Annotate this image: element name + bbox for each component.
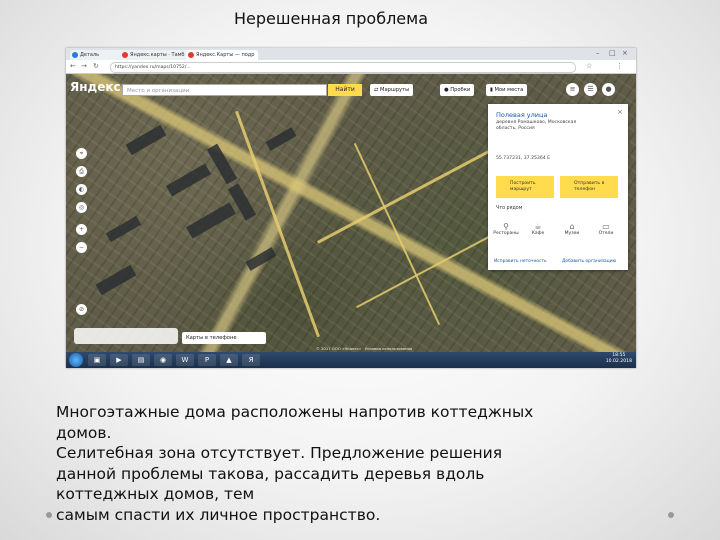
media-icon[interactable]: ▶ — [110, 354, 128, 366]
category-museums[interactable]: ⌂ Музеи — [558, 222, 586, 236]
building — [186, 202, 236, 239]
category-label: Рестораны — [493, 231, 519, 236]
start-button[interactable] — [69, 353, 83, 367]
building — [166, 163, 211, 197]
layers-icon[interactable]: ≡ — [566, 83, 579, 96]
description-line: домов. — [56, 423, 112, 442]
category-cafe[interactable]: ☕ Кафе — [524, 222, 552, 236]
description-line: коттеджных домов, тем — [56, 485, 255, 503]
cup-icon: ☕ — [534, 222, 542, 231]
tab-label: Яндекс.карты · Тамб — [130, 52, 185, 58]
place-card: × Полевая улица деревня Ромашково, Моско… — [488, 104, 628, 270]
panorama-icon[interactable]: ◐ — [76, 184, 87, 195]
user-icon[interactable]: ● — [602, 83, 615, 96]
maximize-icon[interactable]: □ — [609, 49, 616, 57]
description-line: Селитебная зона отсутствует. Предложение… — [56, 444, 503, 462]
building — [125, 124, 167, 156]
explorer-icon[interactable]: ▣ — [88, 354, 106, 366]
powerpoint-icon[interactable]: P — [198, 354, 216, 366]
word-icon[interactable]: W — [176, 354, 194, 366]
traffic-button[interactable]: ● Пробки — [440, 84, 475, 96]
back-icon[interactable]: ← — [70, 62, 76, 70]
building — [245, 247, 277, 271]
zoom-out-icon[interactable]: − — [76, 242, 87, 253]
my-places-label: Мои места — [494, 87, 524, 93]
windows-taskbar: ▣ ▶ ▤ ◉ W P ▲ Я 18:55 10.02.2018 — [66, 352, 636, 368]
search-button[interactable]: Найти — [328, 84, 362, 96]
fix-link[interactable]: Исправить неточность — [494, 259, 547, 264]
address-bar: ← → ↻ https://yandex.ru/maps/10752/... ☆… — [66, 60, 636, 74]
decorative-dot — [46, 512, 52, 518]
category-label: Отели — [598, 231, 614, 236]
menu-icon[interactable]: ⋮ — [616, 62, 623, 70]
ruler-icon[interactable]: ⌖ — [76, 148, 87, 159]
tab-1[interactable]: Деталь — [70, 50, 126, 60]
location-icon[interactable]: ◎ — [76, 202, 87, 213]
url-field[interactable]: https://yandex.ru/maps/10752/... — [110, 62, 576, 73]
nearby-label: Что рядом — [496, 206, 523, 211]
forward-icon[interactable]: → — [81, 62, 87, 70]
add-org-link[interactable]: Добавить организацию — [562, 259, 616, 264]
reload-icon[interactable]: ↻ — [93, 62, 99, 70]
menu-icon[interactable]: ☰ — [584, 83, 597, 96]
browser-screenshot: Деталь Яндекс.карты · Тамб Яндекс.Карты … — [66, 48, 636, 368]
building — [265, 127, 297, 151]
description-line: самым спасти их личное пространство. — [56, 505, 381, 524]
category-restaurants[interactable]: ⚲ Рестораны — [492, 222, 520, 236]
minimize-icon[interactable]: – — [596, 49, 600, 57]
traffic-label: Пробки — [450, 87, 471, 93]
category-label: Музеи — [564, 231, 580, 236]
route-button[interactable]: Построить маршрут — [496, 176, 554, 198]
map-tools[interactable] — [74, 328, 178, 344]
folder-icon[interactable]: ▤ — [132, 354, 150, 366]
tab-favicon — [122, 52, 128, 58]
my-places-button[interactable]: ▮ Мои места — [486, 84, 528, 96]
tab-2[interactable]: Яндекс.карты · Тамб — [120, 50, 192, 60]
decorative-dot — [668, 512, 674, 518]
description-line: данной проблемы такова, рассадить деревь… — [56, 464, 485, 483]
yandex-logo[interactable]: Яндекс — [70, 80, 121, 94]
fork-icon: ⚲ — [503, 222, 509, 231]
road — [317, 147, 495, 244]
tab-3[interactable]: Яндекс.Карты — подр — [186, 50, 258, 60]
slide-description: Многоэтажные дома расположены напротив к… — [56, 402, 656, 525]
compass-icon[interactable]: ⊘ — [76, 304, 87, 315]
map-copyright: © 2017 ООО «Яндекс» · Условия использова… — [316, 346, 413, 351]
routes-button[interactable]: ⇄ Маршруты — [370, 84, 414, 96]
close-icon[interactable]: × — [617, 108, 623, 116]
building — [95, 264, 137, 296]
taskbar-clock[interactable]: 18:55 10.02.2018 — [606, 353, 632, 365]
place-title: Полевая улица — [496, 111, 548, 119]
star-icon[interactable]: ☆ — [586, 62, 592, 70]
map-search-input[interactable]: Место и организации — [122, 84, 327, 96]
tab-favicon — [72, 52, 78, 58]
road — [353, 142, 441, 326]
category-hotels[interactable]: ▭ Отели — [592, 222, 620, 236]
close-icon[interactable]: × — [622, 49, 628, 57]
tab-label: Яндекс.Карты — подр — [196, 52, 255, 58]
tab-bar: Деталь Яндекс.карты · Тамб Яндекс.Карты … — [66, 48, 636, 60]
clock-date: 10.02.2018 — [605, 359, 632, 364]
museum-icon: ⌂ — [569, 222, 575, 231]
print-icon[interactable]: ⎙ — [76, 166, 87, 177]
maps-in-phone-button[interactable]: Карты в телефоне — [182, 332, 266, 344]
satellite-map[interactable]: Яндекс Место и организации Найти ⇄ Маршр… — [66, 74, 636, 352]
building — [105, 215, 142, 243]
description-line: Многоэтажные дома расположены напротив к… — [56, 403, 534, 421]
yandex-icon[interactable]: Я — [242, 354, 260, 366]
tab-favicon — [188, 52, 194, 58]
bed-icon: ▭ — [602, 222, 610, 231]
place-coords: 55.737231, 37.25364 E — [496, 156, 551, 161]
tab-label: Деталь — [80, 52, 100, 58]
place-address: деревня Ромашково, Московская область, Р… — [496, 120, 577, 131]
slide-title: Нерешенная проблема — [234, 9, 429, 28]
app-icon[interactable]: ▲ — [220, 354, 238, 366]
routes-label: Маршруты — [380, 87, 410, 93]
building — [206, 143, 238, 185]
chrome-icon[interactable]: ◉ — [154, 354, 172, 366]
zoom-in-icon[interactable]: + — [76, 224, 87, 235]
category-label: Кафе — [531, 231, 545, 236]
send-to-phone-button[interactable]: Отправить в телефон — [560, 176, 618, 198]
